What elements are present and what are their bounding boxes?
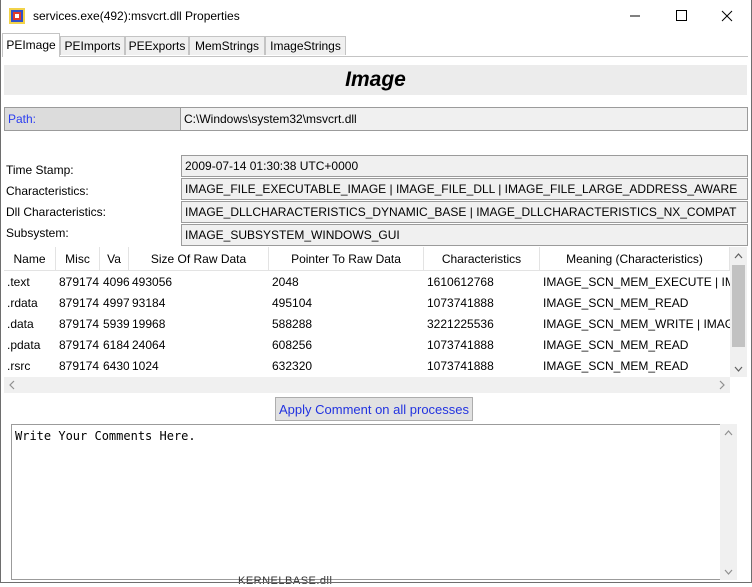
tab-imagestrings[interactable]: ImageStrings <box>265 36 346 55</box>
background-window-text: KERNELBASE.dll <box>238 575 333 587</box>
cell-meaning: IMAGE_SCN_MEM_WRITE | IMAGE_SCN_MEM_READ <box>543 317 730 331</box>
cell-name: .rsrc <box>7 359 31 373</box>
cell-size-of-raw-data: 93184 <box>132 296 166 310</box>
tab-peimage[interactable]: PEImage <box>2 33 60 57</box>
maximize-button[interactable] <box>658 0 704 32</box>
scroll-up-arrow-icon[interactable] <box>730 247 747 264</box>
tab-peimports[interactable]: PEImports <box>60 36 125 55</box>
cell-characteristics: 3221225536 <box>427 317 494 331</box>
cell-pointer-to-raw-data: 2048 <box>272 275 299 289</box>
cell-meaning: IMAGE_SCN_MEM_READ <box>543 359 689 373</box>
cell-misc: 879174 <box>59 275 100 289</box>
table-horizontal-scrollbar[interactable] <box>4 377 730 393</box>
cell-name: .pdata <box>7 338 41 352</box>
apply-comment-button[interactable]: Apply Comment on all processes <box>275 397 473 421</box>
table-scroll-thumb[interactable] <box>732 265 745 347</box>
characteristics-label: Characteristics: <box>6 184 89 198</box>
path-field: C:\Windows\system32\msvcrt.dll <box>180 107 748 131</box>
cell-va: 5939 <box>103 317 129 331</box>
column-header-va[interactable]: Va <box>100 247 129 271</box>
cell-meaning: IMAGE_SCN_MEM_EXECUTE | IMAGE_SCN_MEM_RE… <box>543 275 730 289</box>
cell-characteristics: 1610612768 <box>427 275 494 289</box>
dll-characteristics-label: Dll Characteristics: <box>6 205 107 219</box>
cell-size-of-raw-data: 19968 <box>132 317 166 331</box>
cell-characteristics: 1073741888 <box>427 338 494 352</box>
time-stamp-field: 2009-07-14 01:30:38 UTC+0000 <box>181 155 748 177</box>
scroll-right-arrow-icon[interactable] <box>714 377 730 393</box>
cell-size-of-raw-data: 1024 <box>132 359 159 373</box>
process-explorer-icon <box>9 8 25 24</box>
cell-name: .data <box>7 317 34 331</box>
cell-pointer-to-raw-data: 608256 <box>272 338 313 352</box>
cell-va: 4096 <box>103 275 129 289</box>
dll-characteristics-field: IMAGE_DLLCHARACTERISTICS_DYNAMIC_BASE | … <box>181 201 748 223</box>
column-header-misc[interactable]: Misc <box>56 247 100 271</box>
cell-characteristics: 1073741888 <box>427 296 494 310</box>
scroll-up-arrow-icon[interactable] <box>720 424 737 441</box>
page-title: Image <box>4 65 747 95</box>
tab-peexports[interactable]: PEExports <box>125 36 189 55</box>
cell-pointer-to-raw-data: 495104 <box>272 296 313 310</box>
subsystem-label: Subsystem: <box>6 226 69 240</box>
scroll-down-arrow-icon[interactable] <box>730 360 747 377</box>
scroll-down-arrow-icon[interactable] <box>720 563 737 580</box>
window-title: services.exe(492):msvcrt.dll Properties <box>33 9 240 23</box>
cell-pointer-to-raw-data: 632320 <box>272 359 313 373</box>
column-header-size-of-raw-data[interactable]: Size Of Raw Data <box>129 247 269 271</box>
scroll-left-arrow-icon[interactable] <box>4 377 20 393</box>
sections-table[interactable]: Name Misc Va Size Of Raw Data Pointer To… <box>4 247 748 392</box>
cell-name: .rdata <box>7 296 38 310</box>
path-label: Path: <box>4 107 181 131</box>
column-header-name[interactable]: Name <box>4 247 56 271</box>
column-header-pointer-to-raw-data[interactable]: Pointer To Raw Data <box>269 247 424 271</box>
subsystem-field: IMAGE_SUBSYSTEM_WINDOWS_GUI <box>181 224 748 246</box>
cell-meaning: IMAGE_SCN_MEM_READ <box>543 296 689 310</box>
cell-misc: 879174 <box>59 359 100 373</box>
comment-textarea[interactable]: Write Your Comments Here. <box>11 424 730 580</box>
comment-vertical-scrollbar[interactable] <box>720 424 737 580</box>
close-icon <box>721 10 733 22</box>
time-stamp-label: Time Stamp: <box>6 163 74 177</box>
cell-size-of-raw-data: 24064 <box>132 338 166 352</box>
cell-pointer-to-raw-data: 588288 <box>272 317 313 331</box>
cell-name: .text <box>7 275 30 289</box>
cell-va: 6184 <box>103 338 129 352</box>
title-bar[interactable]: services.exe(492):msvcrt.dll Properties <box>0 0 752 32</box>
column-header-meaning[interactable]: Meaning (Characteristics) <box>540 247 730 271</box>
cell-misc: 879174 <box>59 296 100 310</box>
cell-meaning: IMAGE_SCN_MEM_READ <box>543 338 689 352</box>
cell-va: 4997 <box>103 296 129 310</box>
cell-size-of-raw-data: 493056 <box>132 275 173 289</box>
table-vertical-scrollbar[interactable] <box>730 247 747 377</box>
tab-memstrings[interactable]: MemStrings <box>189 36 265 55</box>
tab-divider <box>2 56 748 57</box>
cell-characteristics: 1073741888 <box>427 359 494 373</box>
maximize-icon <box>676 10 687 21</box>
column-header-characteristics[interactable]: Characteristics <box>424 247 540 271</box>
cell-misc: 879174 <box>59 338 100 352</box>
minimize-icon <box>630 15 640 17</box>
close-button[interactable] <box>704 0 750 32</box>
characteristics-field: IMAGE_FILE_EXECUTABLE_IMAGE | IMAGE_FILE… <box>181 178 748 200</box>
cell-misc: 879174 <box>59 317 100 331</box>
cell-va: 6430 <box>103 359 129 373</box>
minimize-button[interactable] <box>612 0 658 32</box>
